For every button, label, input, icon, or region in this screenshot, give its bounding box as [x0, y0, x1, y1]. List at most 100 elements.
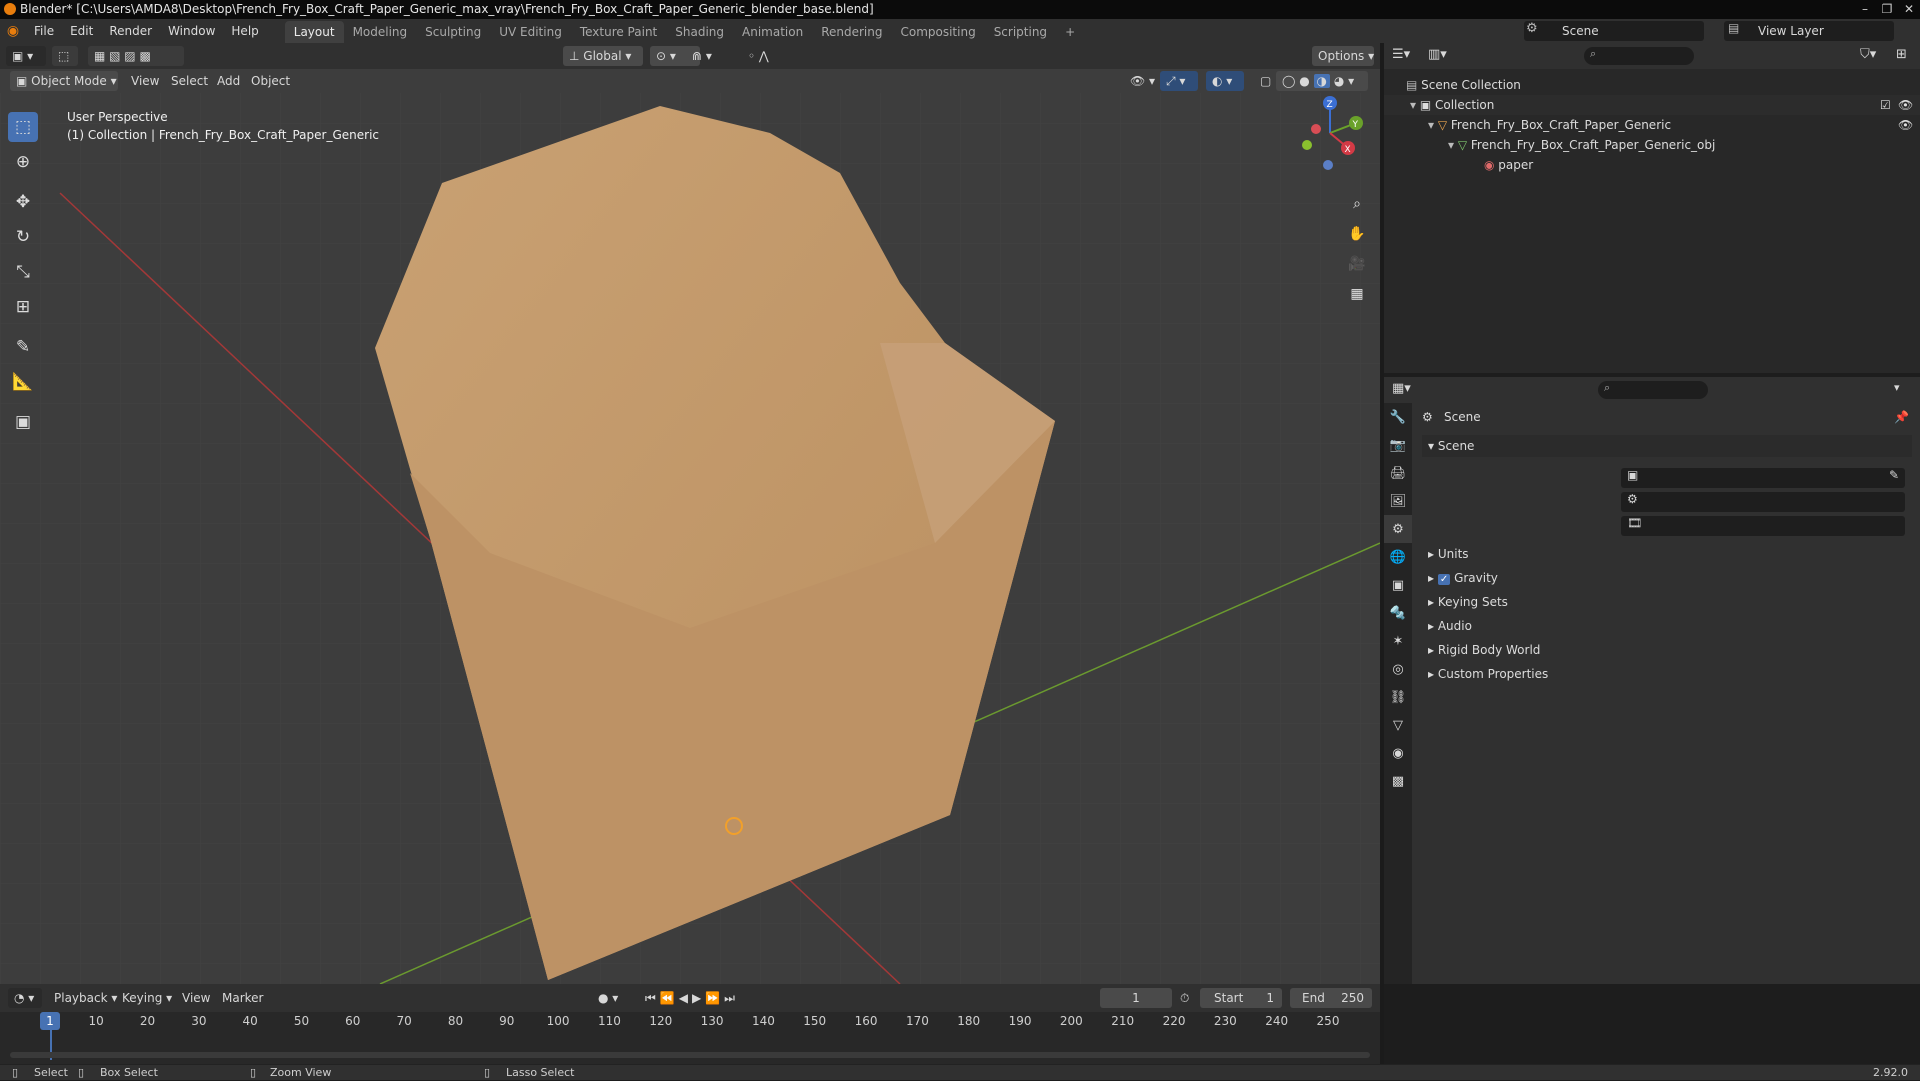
- navigation-gizmo[interactable]: Z Y X: [1290, 93, 1370, 173]
- object-tab-icon[interactable]: ▣: [1384, 571, 1412, 599]
- tab-scripting[interactable]: Scripting: [985, 21, 1056, 43]
- options-dropdown[interactable]: Options ▾: [1312, 46, 1374, 66]
- expand-arrow-icon[interactable]: ▾: [1410, 98, 1420, 112]
- pan-view-icon[interactable]: ✋: [1344, 221, 1370, 247]
- particles-tab-icon[interactable]: ✶: [1384, 627, 1412, 655]
- tab-sculpting[interactable]: Sculpting: [416, 21, 490, 43]
- outliner-search-input[interactable]: ⌕: [1584, 47, 1694, 65]
- menu-object[interactable]: Object: [251, 71, 290, 91]
- editor-type-button[interactable]: ▣ ▾: [6, 46, 46, 66]
- outliner-editor-type-icon[interactable]: ☰▾: [1392, 47, 1410, 62]
- preview-range-icon[interactable]: ⏱: [1180, 988, 1189, 1008]
- texture-tab-icon[interactable]: ▩: [1384, 767, 1412, 795]
- auto-keying-icon[interactable]: ● ▾: [598, 988, 618, 1008]
- section-audio[interactable]: ▸ Audio: [1422, 615, 1472, 637]
- menu-window[interactable]: Window: [160, 19, 223, 43]
- scale-tool-icon[interactable]: ⤡: [8, 257, 38, 287]
- expand-arrow-icon[interactable]: ▾: [1448, 138, 1458, 152]
- tool-tab-icon[interactable]: 🔧: [1384, 403, 1412, 431]
- keying-dropdown[interactable]: Keying ▾: [116, 988, 174, 1008]
- xray-toggle-icon[interactable]: ▢: [1254, 71, 1272, 91]
- gizmo-toggle-icon[interactable]: ⤢ ▾: [1160, 71, 1198, 91]
- tab-uv-editing[interactable]: UV Editing: [490, 21, 571, 43]
- eyedropper-icon[interactable]: ✎: [1889, 468, 1899, 482]
- section-keying-sets[interactable]: ▸ Keying Sets: [1422, 591, 1508, 613]
- properties-search-input[interactable]: ⌕: [1598, 381, 1708, 399]
- scene-tab-icon[interactable]: ⚙: [1384, 515, 1412, 543]
- modifier-tab-icon[interactable]: 🔩: [1384, 599, 1412, 627]
- world-tab-icon[interactable]: 🌐: [1384, 543, 1412, 571]
- outliner-item-material[interactable]: ◉ paper: [1384, 155, 1920, 175]
- scene-panel-header[interactable]: ▾ Scene: [1422, 435, 1912, 457]
- display-mode-icon[interactable]: ▥▾: [1428, 47, 1447, 62]
- close-window-button[interactable]: ✕: [1898, 0, 1920, 19]
- expand-arrow-icon[interactable]: ▾: [1428, 118, 1438, 132]
- transform-tool-icon[interactable]: ⊞: [8, 292, 38, 322]
- filter-icon[interactable]: ⛉▾: [1860, 47, 1876, 62]
- maximize-button[interactable]: ❐: [1876, 0, 1898, 19]
- data-tab-icon[interactable]: ▽: [1384, 711, 1412, 739]
- material-tab-icon[interactable]: ◉: [1384, 739, 1412, 767]
- menu-help[interactable]: Help: [223, 19, 266, 43]
- view-layer-selector[interactable]: ▤ View Layer: [1724, 21, 1894, 41]
- tab-compositing[interactable]: Compositing: [891, 21, 984, 43]
- visibility-icon[interactable]: 👁 ▾: [1124, 71, 1156, 91]
- select-box-tool-icon[interactable]: ⬚: [8, 112, 38, 142]
- playback-dropdown[interactable]: Playback ▾: [48, 988, 117, 1008]
- tab-modeling[interactable]: Modeling: [344, 21, 417, 43]
- selection-mode-buttons[interactable]: ▦ ▧ ▨ ▩: [88, 46, 184, 66]
- timeline-scrollbar[interactable]: [10, 1052, 1370, 1058]
- menu-render[interactable]: Render: [101, 19, 160, 43]
- zoom-view-icon[interactable]: ⌕: [1344, 191, 1370, 217]
- new-collection-icon[interactable]: ⊞: [1896, 47, 1907, 62]
- render-tab-icon[interactable]: 📷: [1384, 431, 1412, 459]
- section-gravity[interactable]: ▸ ✓ Gravity: [1422, 567, 1498, 589]
- tab-layout[interactable]: Layout: [284, 21, 344, 43]
- pin-icon[interactable]: 📌: [1894, 406, 1909, 428]
- current-frame-field[interactable]: 1: [1100, 988, 1172, 1008]
- eye-icon[interactable]: 👁: [1898, 115, 1913, 135]
- camera-view-icon[interactable]: 🎥: [1344, 251, 1370, 277]
- eye-icon[interactable]: 👁: [1898, 95, 1913, 115]
- annotate-tool-icon[interactable]: ✎: [8, 332, 38, 362]
- overlay-toggle-icon[interactable]: ◐ ▾: [1206, 71, 1244, 91]
- end-frame-field[interactable]: End 250: [1290, 988, 1372, 1008]
- area-divider[interactable]: [1380, 43, 1384, 1064]
- tab-shading[interactable]: Shading: [666, 21, 733, 43]
- outliner-item-scene-collection[interactable]: ▤ Scene Collection: [1384, 75, 1920, 95]
- view-layer-tab-icon[interactable]: 🖼: [1384, 487, 1412, 515]
- camera-field[interactable]: ▣ ✎: [1621, 468, 1905, 488]
- transform-orientation-dropdown[interactable]: ⊥ Global ▾: [563, 46, 643, 66]
- add-workspace-button[interactable]: +: [1056, 21, 1084, 43]
- cursor-tool-icon[interactable]: ⊕: [8, 147, 38, 177]
- timeline-menu-marker[interactable]: Marker: [222, 988, 263, 1008]
- menu-file[interactable]: File: [26, 19, 62, 43]
- section-units[interactable]: ▸ Units: [1422, 543, 1469, 565]
- background-scene-field[interactable]: ⚙: [1621, 492, 1905, 512]
- tab-texture-paint[interactable]: Texture Paint: [571, 21, 666, 43]
- menu-add[interactable]: Add: [217, 71, 240, 91]
- exclude-checkbox[interactable]: ☑: [1880, 95, 1891, 115]
- timeline-menu-view[interactable]: View: [182, 988, 210, 1008]
- properties-editor-type-icon[interactable]: ▦▾: [1392, 381, 1411, 396]
- minimize-button[interactable]: –: [1854, 0, 1876, 19]
- section-rigid-body-world[interactable]: ▸ Rigid Body World: [1422, 639, 1540, 661]
- outliner-item-collection[interactable]: ▾ ▣ Collection ☑ 👁: [1384, 95, 1920, 115]
- output-tab-icon[interactable]: 🖨: [1384, 459, 1412, 487]
- proportional-edit-toggle[interactable]: ◦ ⋀: [742, 46, 792, 66]
- select-mode-icon[interactable]: ⬚: [52, 46, 78, 66]
- physics-tab-icon[interactable]: ◎: [1384, 655, 1412, 683]
- rotate-tool-icon[interactable]: ↻: [8, 222, 38, 252]
- menu-select[interactable]: Select: [171, 71, 208, 91]
- snap-toggle[interactable]: ⋒ ▾: [686, 46, 738, 66]
- move-tool-icon[interactable]: ✥: [8, 187, 38, 217]
- timeline-editor-type-icon[interactable]: ◔ ▾: [8, 988, 42, 1008]
- measure-tool-icon[interactable]: 📐: [8, 367, 38, 397]
- outliner-item-fry-box[interactable]: ▾ ▽ French_Fry_Box_Craft_Paper_Generic 👁: [1384, 115, 1920, 135]
- section-custom-properties[interactable]: ▸ Custom Properties: [1422, 663, 1548, 685]
- start-frame-field[interactable]: Start 1: [1200, 988, 1282, 1008]
- ortho-toggle-icon[interactable]: ▦: [1344, 281, 1370, 307]
- scene-selector[interactable]: ⚙ Scene: [1524, 21, 1704, 41]
- collapse-icon[interactable]: ▾: [1894, 381, 1900, 394]
- constraints-tab-icon[interactable]: ⛓: [1384, 683, 1412, 711]
